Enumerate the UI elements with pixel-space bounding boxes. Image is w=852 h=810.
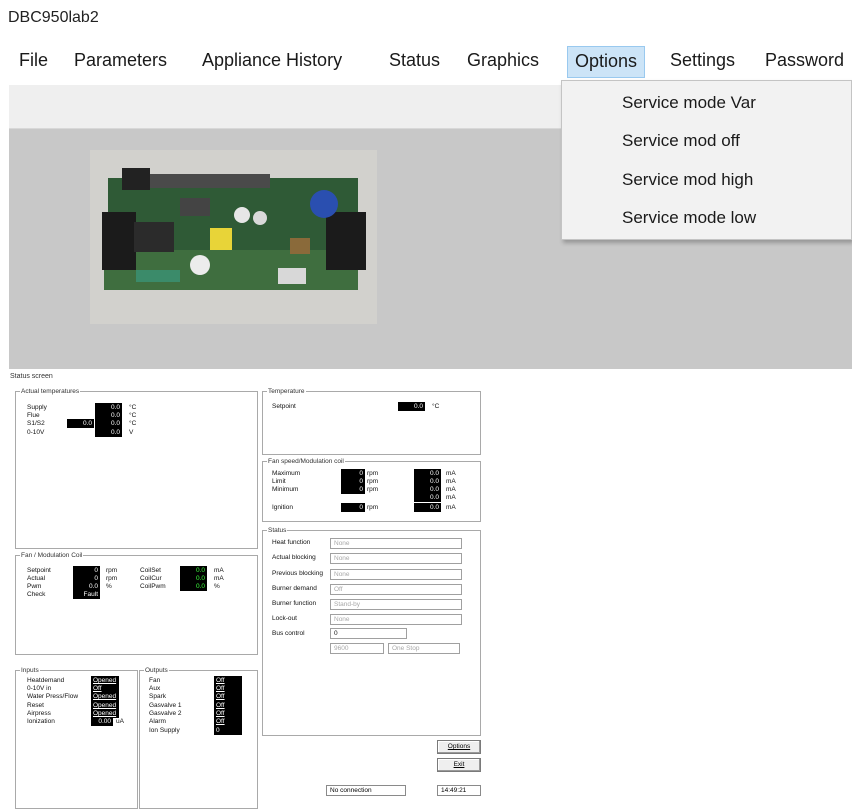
bus-control-label: Bus control [272,630,305,637]
previous-blocking-label: Previous blocking [272,570,323,577]
actual-blocking-field: None [330,553,462,564]
ion-supply-value: 0 [214,726,242,735]
baud-field: 9600 [330,643,384,654]
menu-password[interactable]: Password [765,50,844,71]
ionization-unit: uA [116,718,124,725]
extra-ma-value: 0.0 [414,493,441,502]
s1-value: 0.0 [67,419,94,428]
burner-demand-label: Burner demand [272,585,317,592]
coilpwm-value: 0.0 [180,582,207,591]
ionization-label: Ionization [27,718,55,725]
0-10v-label: 0-10V [27,429,45,436]
minimum-rpm-value: 0 [341,485,365,494]
group-label: Fan / Modulation Coil [20,551,84,560]
heat-function-label: Heat function [272,539,311,546]
fan-check-value: Fault [73,590,100,599]
fan-check-label: Check [27,591,46,598]
ignition-rpm-value: 0 [341,503,365,512]
alarm-value: Off [214,717,242,726]
previous-blocking-field: None [330,569,462,580]
menu-options[interactable]: Options [567,46,646,78]
heat-function-field: None [330,538,462,549]
actual-blocking-label: Actual blocking [272,554,316,561]
menu-status[interactable]: Status [389,50,440,71]
options-dropdown: Service mode Var Service mod off Service… [561,80,852,240]
extra-ma-unit: mA [446,494,456,501]
group-label: Temperature [267,387,306,396]
ignition-ma-value: 0.0 [414,503,441,512]
minimum-rpm-unit: rpm [367,486,379,493]
menu-item-service-mod-off[interactable]: Service mod off [622,131,740,151]
bus-control-field[interactable]: 0 [330,628,407,639]
water-press-flow-label: Water Press/Flow [27,693,79,700]
lock-out-field: None [330,614,462,625]
group-label: Status [267,526,288,535]
s1s2-unit: °C [129,420,137,427]
ignition-ma-unit: mA [446,504,456,511]
connection-status: No connection [326,785,406,796]
ionization-value: 0.00 [91,717,113,726]
lock-out-label: Lock-out [272,615,297,622]
temp-setpoint-label: Setpoint [272,403,296,410]
menu-bar: File Parameters Appliance History Status… [0,44,852,80]
temp-setpoint-unit: °C [432,403,440,410]
status-screen-title: Status screen [10,373,53,380]
spark-label: Spark [149,693,166,700]
menu-item-service-mode-low[interactable]: Service mode low [622,208,756,228]
menu-item-service-mod-high[interactable]: Service mod high [622,170,753,190]
ion-supply-label: Ion Supply [149,727,180,734]
group-label: Outputs [144,666,169,675]
stop-bits-field: One Stop [388,643,460,654]
temp-setpoint-value: 0.0 [398,402,425,411]
menu-item-service-mode-var[interactable]: Service mode Var [622,93,756,113]
controller-board-image [90,150,377,324]
app-title: DBC950lab2 [8,9,99,26]
temperature-group: Temperature [262,387,481,455]
0-10v-unit: V [129,429,134,436]
exit-button[interactable]: Exit [437,758,481,772]
spark-value: Off [214,692,242,701]
burner-function-field: Stand-by [330,599,462,610]
menu-file[interactable]: File [19,50,48,71]
minimum-label: Minimum [272,486,299,493]
burner-function-label: Burner function [272,600,317,607]
options-button-label: Options [447,743,471,750]
menu-graphics[interactable]: Graphics [467,50,539,71]
menu-settings[interactable]: Settings [670,50,735,71]
ignition-label: Ignition [272,504,293,511]
options-button[interactable]: Options [437,740,481,754]
menu-appliance-history[interactable]: Appliance History [202,50,342,71]
s1s2-label: S1/S2 [27,420,45,427]
coilpwm-label: CoilPwm [140,583,166,590]
group-label: Inputs [20,666,40,675]
alarm-label: Alarm [149,718,166,725]
exit-button-label: Exit [453,761,465,768]
s2-value: 0.0 [95,419,122,428]
group-label: Actual temperatures [20,387,81,396]
ignition-rpm-unit: rpm [367,504,379,511]
group-label: Fan speed/Modulation coil [267,457,345,466]
burner-demand-field: Off [330,584,462,595]
0-10v-value: 0.0 [95,428,122,437]
actual-temperatures-group: Actual temperatures [15,387,258,549]
menu-parameters[interactable]: Parameters [74,50,167,71]
fan-pwm-unit: % [106,583,112,590]
coilpwm-unit: % [214,583,220,590]
clock: 14:49:21 [437,785,481,796]
water-press-flow-value: Opened [91,692,119,701]
